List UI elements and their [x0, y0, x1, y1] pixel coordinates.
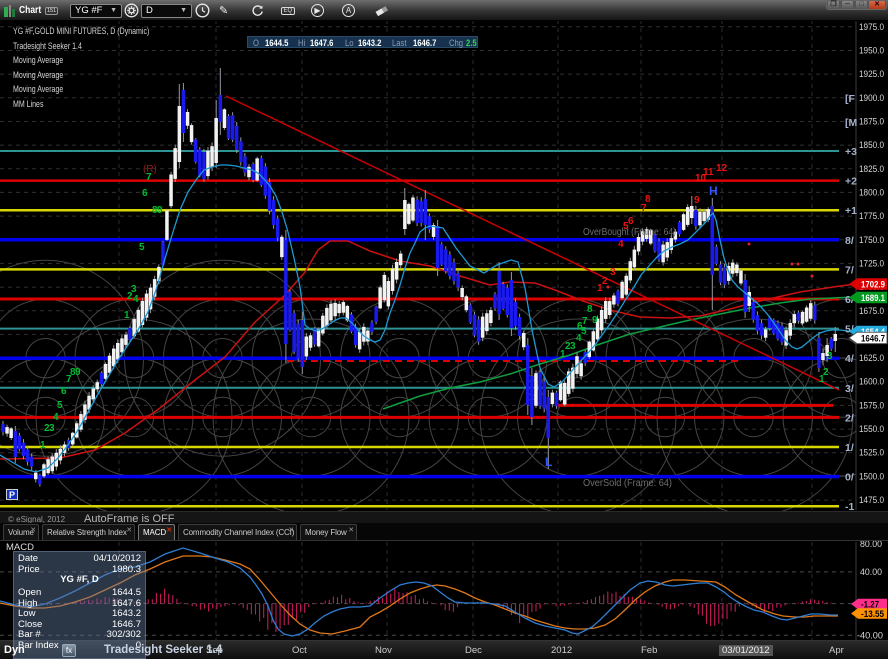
svg-text:-1.27: -1.27: [861, 599, 879, 609]
svg-text:40.00: 40.00: [860, 567, 882, 578]
svg-text:-13.55: -13.55: [861, 609, 884, 619]
